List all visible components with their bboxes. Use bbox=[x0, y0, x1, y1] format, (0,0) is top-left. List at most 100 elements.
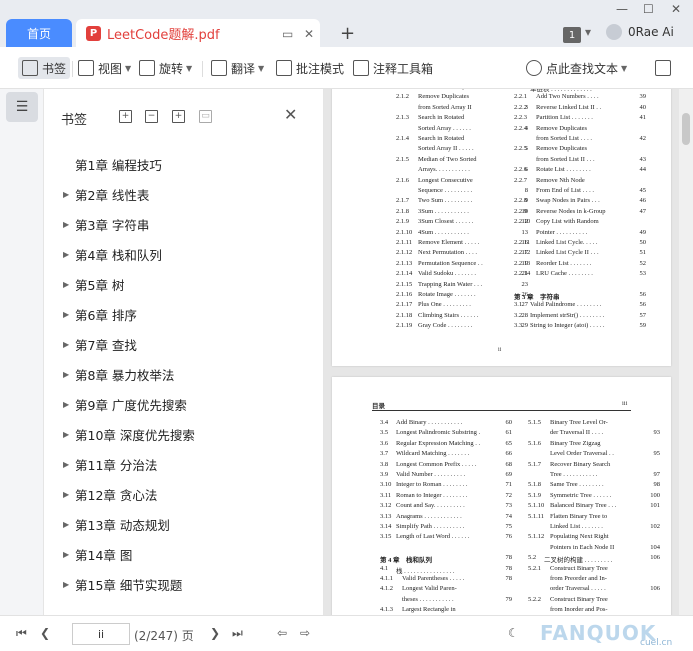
bookmark-item[interactable]: ▶ 第11章 分治法 bbox=[44, 449, 324, 479]
bookmark-item[interactable]: ▶ 第6章 排序 bbox=[44, 299, 324, 329]
toc-entry-title[interactable]: Arrays. . . . . . . . . . . bbox=[418, 166, 470, 173]
tab-close-icon[interactable]: ✕ bbox=[304, 27, 314, 41]
expand-all-icon[interactable]: + bbox=[119, 110, 132, 123]
first-page-icon[interactable]: ⏮ bbox=[16, 626, 27, 641]
toc-entry-title[interactable]: from Sorted List . . . . bbox=[536, 135, 592, 142]
bookmark-item[interactable]: ▶ 第13章 动态规划 bbox=[44, 509, 324, 539]
next-page-icon[interactable]: ❯ bbox=[210, 626, 220, 640]
user-name[interactable]: 0Rae Ai bbox=[628, 25, 674, 39]
toc-entry-title[interactable]: Longest Valid Paren- bbox=[402, 585, 457, 592]
exit-button[interactable] bbox=[655, 57, 675, 79]
close-window-icon[interactable]: ✕ bbox=[671, 2, 681, 16]
toc-entry-title[interactable]: Search in Rotated bbox=[418, 114, 464, 121]
expand-arrow-icon[interactable]: ▶ bbox=[63, 550, 69, 559]
toc-entry-title[interactable]: Sorted Array . . . . . . bbox=[418, 125, 471, 132]
minimize-icon[interactable]: — bbox=[616, 2, 628, 16]
expand-arrow-icon[interactable]: ▶ bbox=[63, 370, 69, 379]
annotate-tools-button[interactable]: 注释工具箱 bbox=[353, 57, 433, 79]
toc-entry-title[interactable]: Longest Palindromic Substring . bbox=[396, 429, 480, 436]
view-button[interactable]: 视图 ▼ bbox=[78, 57, 131, 79]
toc-entry-title[interactable]: Valid Number . . . . . . . . . . bbox=[396, 471, 465, 478]
toc-entry-title[interactable]: Pointer . . . . . . . . . . bbox=[536, 229, 587, 236]
search-button[interactable]: 点此查找文本 ▼ bbox=[526, 57, 627, 79]
toc-entry-title[interactable]: Remove Duplicates bbox=[536, 125, 587, 132]
toc-entry-title[interactable]: Construct Binary Tree bbox=[550, 596, 608, 603]
toc-entry-title[interactable]: Rotate Image . . . . . . . bbox=[418, 291, 476, 298]
bookmark-item[interactable]: ▶ 第12章 贪心法 bbox=[44, 479, 324, 509]
toc-entry-title[interactable]: order Traversal . . . . . bbox=[550, 585, 606, 592]
toc-entry-title[interactable]: Partition List . . . . . . . bbox=[536, 114, 593, 121]
toc-entry-title[interactable]: Two Sum . . . . . . . . . bbox=[418, 197, 472, 204]
toc-entry-title[interactable]: Remove Nth Node bbox=[536, 177, 585, 184]
toc-entry-title[interactable]: Trapping Rain Water . . . bbox=[418, 281, 482, 288]
toc-entry-title[interactable]: Pointers in Each Node II bbox=[550, 544, 614, 551]
toc-entry-title[interactable]: Linked List . . . . . . . bbox=[550, 523, 603, 530]
toc-entry-title[interactable]: Permutation Sequence . . bbox=[418, 260, 483, 267]
toc-entry-title[interactable]: Next Permutation . . . . bbox=[418, 249, 477, 256]
toc-entry-title[interactable]: Flatten Binary Tree to bbox=[550, 513, 607, 520]
expand-arrow-icon[interactable]: ▶ bbox=[63, 580, 69, 589]
toc-entry-title[interactable]: from Sorted Array bbox=[418, 89, 466, 90]
toc-entry-title[interactable]: Plus One . . . . . . . . . bbox=[418, 301, 471, 308]
toc-entry-title[interactable]: Balanced Binary Tree . . . bbox=[550, 502, 616, 509]
expand-arrow-icon[interactable]: ▶ bbox=[63, 310, 69, 319]
toc-entry-title[interactable]: Valid Parentheses . . . . . bbox=[402, 575, 464, 582]
toc-entry-title[interactable]: Reverse Nodes in k-Group bbox=[536, 208, 606, 215]
scrollbar-thumb[interactable] bbox=[682, 113, 690, 145]
toc-entry-title[interactable]: String to Integer (atoi) . . . . . bbox=[530, 322, 605, 329]
toc-entry-title[interactable]: Count and Say. . . . . . . . . . bbox=[396, 502, 465, 509]
toc-entry-title[interactable]: 单链表 . . . . . . . . . . . . . bbox=[530, 89, 592, 93]
toc-entry-title[interactable]: Symmetric Tree . . . . . . bbox=[550, 492, 611, 499]
toc-entry-title[interactable]: Reverse Linked List II . . bbox=[536, 104, 601, 111]
toc-entry-title[interactable]: Longest Consecutive bbox=[418, 177, 473, 184]
toc-entry-title[interactable]: theses . . . . . . . . . . . bbox=[402, 596, 454, 603]
toc-entry-title[interactable]: Binary Tree Level Or- bbox=[550, 419, 608, 426]
outline-toggle-icon[interactable]: ☰ bbox=[6, 92, 38, 122]
toc-entry-title[interactable]: Valid Sudoku . . . . . . . bbox=[418, 270, 476, 277]
toc-entry-title[interactable]: Rotate List . . . . . . . . bbox=[536, 166, 591, 173]
bookmark-item[interactable]: ▶ 第3章 字符串 bbox=[44, 209, 324, 239]
forward-icon[interactable]: ⇨ bbox=[300, 626, 310, 640]
page-number-input[interactable]: ii bbox=[72, 623, 130, 645]
translate-button[interactable]: 翻译 ▼ bbox=[211, 57, 264, 79]
expand-arrow-icon[interactable]: ▶ bbox=[63, 190, 69, 199]
toc-entry-title[interactable]: Anagrams . . . . . . . . . . . . bbox=[396, 513, 462, 520]
expand-arrow-icon[interactable]: ▶ bbox=[63, 400, 69, 409]
close-icon[interactable]: ✕ bbox=[284, 105, 297, 124]
toc-entry-title[interactable]: 3Sum . . . . . . . . . . . bbox=[418, 208, 469, 215]
bookmark-item[interactable]: ▶ 第10章 深度优先搜索 bbox=[44, 419, 324, 449]
bookmark-button[interactable]: 书签 bbox=[18, 57, 71, 79]
toc-entry-title[interactable]: Populating Next Right bbox=[550, 533, 609, 540]
expand-arrow-icon[interactable]: ▶ bbox=[63, 220, 69, 229]
window-count-badge[interactable]: 1 bbox=[563, 27, 581, 43]
toc-entry-title[interactable]: Copy List with Random bbox=[536, 218, 599, 225]
toc-entry-title[interactable]: Search in Rotated bbox=[418, 135, 464, 142]
toc-entry-title[interactable]: Linked List Cycle II . . . bbox=[536, 249, 599, 256]
toc-entry-title[interactable]: from Sorted List II . . . bbox=[536, 156, 595, 163]
toc-entry-title[interactable]: Swap Nodes in Pairs . . . bbox=[536, 197, 600, 204]
tab-home[interactable]: 首页 bbox=[6, 19, 72, 47]
toc-entry-title[interactable]: from Preorder and In- bbox=[550, 575, 607, 582]
expand-arrow-icon[interactable]: ▶ bbox=[63, 430, 69, 439]
toc-entry-title[interactable]: Reorder List . . . . . . . bbox=[536, 260, 591, 267]
bookmark-item[interactable]: ▶ 第15章 细节实现题 bbox=[44, 569, 324, 599]
toc-entry-title[interactable]: Implement strStr() . . . . . . . . bbox=[530, 312, 604, 319]
toc-entry-title[interactable]: LRU Cache . . . . . . . . bbox=[536, 270, 593, 277]
bookmark-item[interactable]: ▶ 第8章 暴力枚举法 bbox=[44, 359, 324, 389]
toc-entry-title[interactable]: Wildcard Matching . . . . . . . bbox=[396, 450, 469, 457]
toc-entry-title[interactable]: from Sorted Array II bbox=[418, 104, 472, 111]
dropdown-caret-icon[interactable]: ▾ bbox=[585, 25, 591, 39]
toc-entry-title[interactable]: Largest Rectangle in bbox=[402, 606, 456, 613]
toc-entry-title[interactable]: 栈 . . . . . . . . . . . . . . . . bbox=[396, 565, 455, 575]
rotate-button[interactable]: 旋转 ▼ bbox=[139, 57, 192, 79]
toc-entry-title[interactable]: Valid Palindrome . . . . . . . . bbox=[530, 301, 601, 308]
toc-entry-title[interactable]: Sorted Array II . . . . . bbox=[418, 145, 474, 152]
new-tab-button[interactable]: + bbox=[340, 23, 355, 44]
toc-entry-title[interactable]: Recover Binary Search bbox=[550, 461, 610, 468]
toc-entry-title[interactable]: 栈和队列 bbox=[406, 554, 432, 564]
bookmark-item[interactable]: 第1章 编程技巧 bbox=[44, 149, 324, 179]
toc-entry-title[interactable]: Median of Two Sorted bbox=[418, 156, 476, 163]
bookmark-item[interactable]: ▶ 第4章 栈和队列 bbox=[44, 239, 324, 269]
monitor-icon[interactable]: ▭ bbox=[282, 27, 293, 41]
toc-entry-title[interactable]: Binary Tree Zigzag bbox=[550, 440, 601, 447]
